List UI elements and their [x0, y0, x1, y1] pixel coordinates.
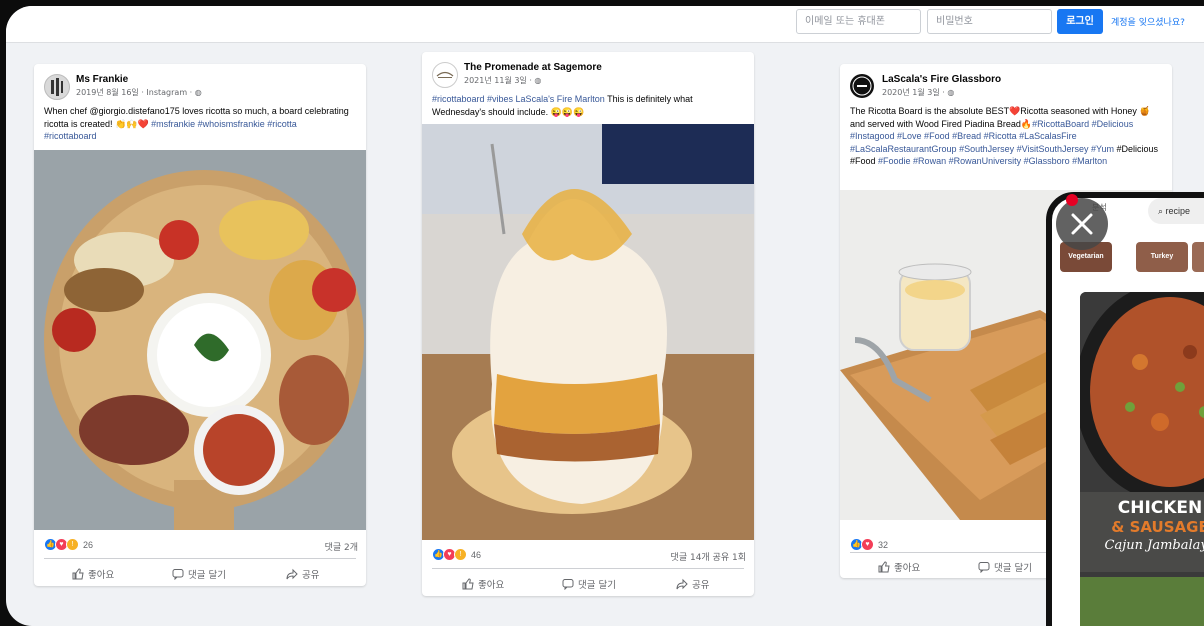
like-button[interactable]: 좋아요 — [72, 567, 114, 581]
comment-label: 댓글 달기 — [188, 570, 226, 581]
wow-reaction-icon: ! — [66, 538, 79, 551]
honey-jar-image — [422, 124, 754, 540]
post-card-ms-frankie: Ms Frankie 2019년 8월 16일 · Instagram · ◍ … — [34, 64, 366, 586]
post-meta: 2020년 1월 3일 · ◍ — [882, 88, 955, 97]
post-hashtags-2[interactable]: #Foodie #Rowan #RowanUniversity #Glassbo… — [878, 156, 1107, 166]
share-label: 공유 — [302, 570, 320, 581]
wow-reaction-icon: ! — [454, 548, 467, 561]
close-button[interactable] — [1056, 198, 1108, 250]
comment-label: 댓글 달기 — [994, 563, 1032, 574]
reaction-count: 26 — [83, 539, 94, 550]
reaction-summary[interactable]: 👍 ♥ 32 — [850, 538, 888, 551]
reaction-summary[interactable]: 👍 ♥! 46 — [432, 548, 481, 561]
recipe-search-input[interactable]: ⌕ recipe — [1148, 198, 1204, 224]
comment-button[interactable]: 댓글 달기 — [172, 567, 226, 581]
comment-summary[interactable]: 댓글 2개 — [325, 540, 358, 553]
divider — [44, 558, 356, 559]
reaction-count: 32 — [878, 539, 889, 550]
category-chip-more[interactable] — [1192, 242, 1204, 272]
share-icon — [286, 568, 298, 580]
post-hashtags[interactable]: #ricottaboard #vibes LaScala's Fire Marl… — [432, 94, 605, 104]
like-label: 좋아요 — [478, 580, 505, 591]
share-button[interactable]: 공유 — [676, 577, 709, 591]
reaction-count: 46 — [471, 549, 482, 560]
comment-button[interactable]: 댓글 달기 — [978, 560, 1032, 574]
post-photo-honey-jar[interactable] — [422, 124, 754, 540]
screen-frame: 이메일 또는 휴대폰 비밀번호 로그인 계정을 잊으셨나요? Ms Franki… — [6, 6, 1204, 626]
email-input[interactable]: 이메일 또는 휴대폰 — [796, 9, 921, 34]
ms-frankie-logo-icon — [51, 78, 63, 96]
avatar[interactable] — [44, 74, 70, 100]
post-text: #ricottaboard #vibes LaScala's Fire Marl… — [432, 93, 737, 118]
like-icon — [462, 578, 474, 590]
top-login-bar: 이메일 또는 휴대폰 비밀번호 로그인 계정을 잊으셨나요? — [6, 6, 1204, 43]
search-icon: ⌕ — [1158, 206, 1166, 216]
pinterest-logo-icon — [1066, 194, 1078, 206]
login-button[interactable]: 로그인 — [1057, 9, 1103, 34]
comment-icon — [562, 579, 574, 590]
share-button[interactable]: 공유 — [286, 567, 319, 581]
share-label: 공유 — [692, 580, 710, 591]
recipe-title-line1: CHICKEN — [1117, 498, 1203, 518]
recipe-title-line3: Cajun Jambalaya — [1104, 538, 1204, 553]
post-text: When chef @giorgio.distefano175 loves ri… — [44, 105, 349, 143]
comment-icon — [172, 569, 184, 580]
ricotta-board-image — [34, 150, 366, 530]
forgot-account-link[interactable]: 계정을 잊으셨나요? — [1111, 15, 1185, 28]
post-author[interactable]: LaScala's Fire Glassboro — [882, 74, 1001, 85]
post-meta: 2019년 8월 16일 · Instagram · ◍ — [76, 88, 202, 97]
comment-label: 댓글 달기 — [578, 580, 616, 591]
like-button[interactable]: 좋아요 — [462, 577, 504, 591]
post-photo-ricotta-board[interactable] — [34, 150, 366, 530]
share-icon — [676, 578, 688, 590]
avatar[interactable] — [850, 74, 874, 98]
reaction-summary[interactable]: 👍 ♥! 26 — [44, 538, 93, 551]
comment-icon — [978, 562, 990, 573]
post-card-promenade: The Promenade at Sagemore 2021년 11월 3일 ·… — [422, 52, 754, 596]
divider — [432, 568, 744, 569]
lascala-logo-icon — [852, 76, 872, 96]
jambalaya-image — [1080, 292, 1204, 626]
password-input[interactable]: 비밀번호 — [927, 9, 1052, 34]
recipe-popup-panel[interactable]: 분석 ⌕ recipe Vegetarian Turkey CHICKEN & … — [1046, 192, 1204, 626]
close-icon — [1071, 213, 1093, 235]
search-text: recipe — [1165, 206, 1191, 216]
like-icon — [72, 568, 84, 580]
recipe-pin-card[interactable]: CHICKEN & SAUSAGE Cajun Jambalaya — [1080, 292, 1204, 626]
recipe-title-line2: & SAUSAGE — [1111, 518, 1204, 536]
like-label: 좋아요 — [894, 563, 921, 574]
post-meta: 2021년 11월 3일 · ◍ — [464, 76, 542, 85]
comment-button[interactable]: 댓글 달기 — [562, 577, 616, 591]
avatar[interactable] — [432, 62, 458, 88]
love-reaction-icon: ♥ — [861, 538, 874, 551]
like-button[interactable]: 좋아요 — [878, 560, 920, 574]
comment-summary[interactable]: 댓글 14개 공유 1회 — [671, 550, 746, 563]
promenade-logo-icon — [436, 71, 454, 78]
like-icon — [878, 561, 890, 573]
post-author[interactable]: Ms Frankie — [76, 74, 128, 85]
post-text: The Ricotta Board is the absolute BEST❤️… — [850, 105, 1162, 168]
like-label: 좋아요 — [88, 570, 115, 581]
post-author[interactable]: The Promenade at Sagemore — [464, 62, 602, 73]
category-chip-turkey[interactable]: Turkey — [1136, 242, 1188, 272]
